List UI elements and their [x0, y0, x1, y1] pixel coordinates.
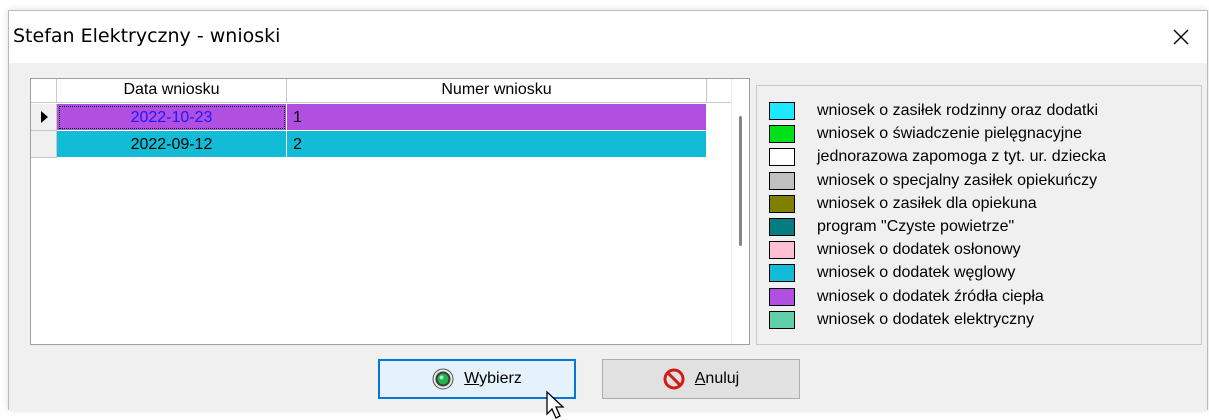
- legend-item: wniosek o dodatek osłonowy: [769, 239, 1021, 261]
- cancel-button-label: Anuluj: [694, 370, 740, 387]
- applications-grid[interactable]: Data wniosku Numer wniosku 2022-10-23 1 …: [30, 78, 750, 345]
- select-button-label: Wybierz: [464, 370, 522, 387]
- scrollbar-thumb[interactable]: [739, 116, 742, 246]
- legend-label: wniosek o zasiłek rodzinny oraz dodatki: [817, 102, 1099, 119]
- table-row[interactable]: 2022-09-12 2: [31, 131, 731, 158]
- legend-swatch: [769, 287, 795, 306]
- legend-swatch: [769, 125, 795, 144]
- no-entry-icon: [663, 368, 685, 390]
- header-indicator-cell: [31, 79, 57, 102]
- legend-swatch: [769, 171, 795, 190]
- window-title: Stefan Elektryczny - wnioski: [13, 25, 281, 47]
- legend-label: wniosek o zasiłek dla opiekuna: [817, 194, 1037, 212]
- legend-swatch: [769, 218, 795, 236]
- legend-label: wniosek o specjalny zasiłek opiekuńczy: [817, 171, 1098, 189]
- title-bar: Stefan Elektryczny - wnioski: [9, 11, 1207, 63]
- legend-item: wniosek o specjalny zasiłek opiekuńczy: [769, 170, 1097, 192]
- legend-swatch: [769, 264, 795, 283]
- cell-date[interactable]: 2022-10-23: [57, 104, 287, 131]
- cell-number[interactable]: 1: [287, 104, 707, 131]
- legend-item: program "Czyste powietrze": [769, 216, 1014, 238]
- row-indicator: [31, 131, 57, 158]
- cancel-button[interactable]: Anuluj: [602, 359, 800, 399]
- legend-swatch: [769, 102, 795, 120]
- mouse-pointer-icon: [546, 390, 565, 419]
- legend-label: wniosek o dodatek węglowy: [817, 264, 1016, 282]
- grid-header: Data wniosku Numer wniosku: [31, 79, 749, 103]
- legend-item: jednorazowa zapomoga z tyt. ur. dziecka: [769, 146, 1106, 168]
- vertical-scrollbar[interactable]: [731, 79, 749, 344]
- legend-label: wniosek o dodatek osłonowy: [817, 241, 1021, 259]
- legend-swatch: [769, 310, 795, 329]
- legend-swatch: [769, 148, 795, 167]
- color-legend: wniosek o zasiłek rodzinny oraz dodatki w…: [756, 85, 1202, 345]
- dialog-window: Stefan Elektryczny - wnioski Data wniosk…: [8, 10, 1208, 419]
- legend-item: wniosek o zasiłek dla opiekuna: [769, 193, 1037, 215]
- close-icon: [1173, 29, 1189, 45]
- row-indicator: [31, 104, 57, 131]
- legend-item: wniosek o dodatek węglowy: [769, 262, 1015, 284]
- legend-label: wniosek o dodatek źródła ciepła: [817, 287, 1044, 305]
- cell-date[interactable]: 2022-09-12: [57, 131, 287, 158]
- column-header-date[interactable]: Data wniosku: [57, 79, 287, 102]
- legend-item: wniosek o dodatek elektryczny: [769, 309, 1034, 331]
- legend-item: wniosek o świadczenie pielęgnacyjne: [769, 123, 1082, 145]
- table-row[interactable]: 2022-10-23 1: [31, 104, 731, 131]
- legend-label: wniosek o dodatek elektryczny: [817, 310, 1034, 328]
- legend-label: jednorazowa zapomoga z tyt. ur. dziecka: [817, 148, 1107, 166]
- legend-label: wniosek o świadczenie pielęgnacyjne: [817, 125, 1083, 143]
- green-radio-icon: [432, 368, 454, 390]
- legend-item: wniosek o zasiłek rodzinny oraz dodatki: [769, 100, 1098, 122]
- column-header-number[interactable]: Numer wniosku: [287, 79, 707, 102]
- legend-swatch: [769, 194, 795, 213]
- close-button[interactable]: [1163, 19, 1199, 55]
- legend-swatch: [769, 241, 795, 260]
- legend-label: program "Czyste powietrze": [817, 218, 1015, 235]
- dialog-body: Data wniosku Numer wniosku 2022-10-23 1 …: [9, 63, 1207, 419]
- legend-item: wniosek o dodatek źródła ciepła: [769, 286, 1044, 308]
- cell-number[interactable]: 2: [287, 131, 707, 158]
- current-row-arrow-icon: [40, 111, 48, 123]
